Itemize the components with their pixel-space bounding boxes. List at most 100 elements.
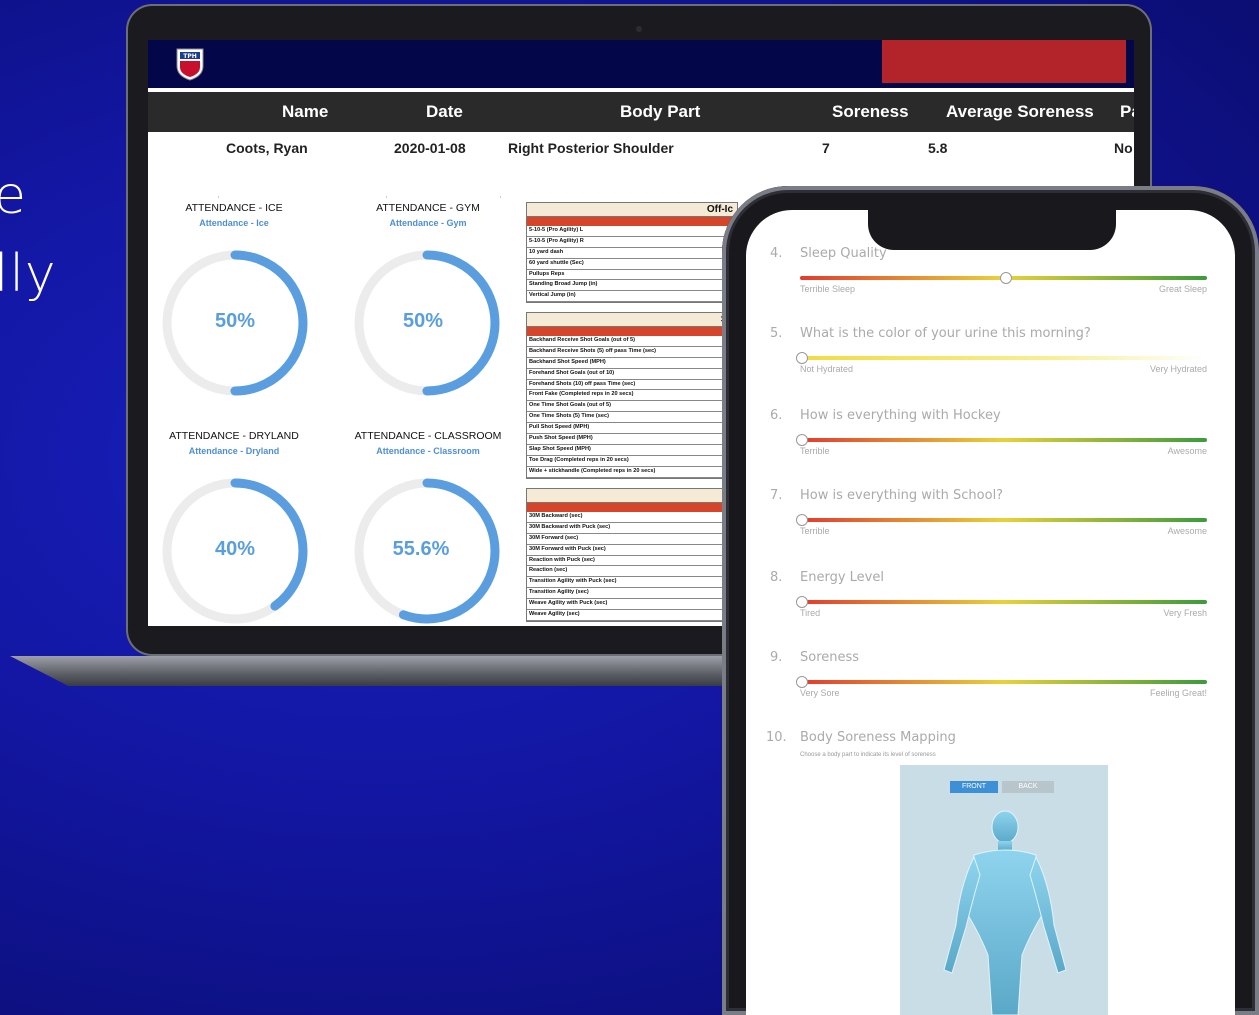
cell-body-part: Right Posterior Shoulder xyxy=(508,140,674,156)
question-text: How is everything with School? xyxy=(800,488,1004,503)
slider-handle[interactable] xyxy=(999,272,1012,284)
question-text: Energy Level xyxy=(800,570,884,585)
team-logo-icon: TPH xyxy=(176,48,204,81)
cell-date: 2020-01-08 xyxy=(394,140,466,156)
slider-max-label: Very Hydrated xyxy=(1149,364,1207,374)
table-row: Toe Drag (Completed reps in 20 secs) xyxy=(527,456,737,467)
table-row: Transition Agility (sec) xyxy=(527,588,737,600)
table-row: Weave Agility (sec) xyxy=(527,610,737,621)
body-mapping-hint: Choose a body part to indicate its level… xyxy=(800,752,936,758)
rating-slider[interactable] xyxy=(800,356,1207,360)
rating-slider[interactable] xyxy=(800,438,1207,442)
question-number: 4. xyxy=(770,246,783,261)
slider-max-label: Great Sleep xyxy=(1158,284,1207,294)
table-row: 60 yard shuttle (Sec) xyxy=(527,259,737,270)
side-text-line1: e xyxy=(0,166,27,226)
col-average-soreness[interactable]: Average Soreness xyxy=(946,102,1094,122)
header-action-block[interactable] xyxy=(882,40,1126,83)
gauge-value-gym: 50% xyxy=(402,310,444,332)
slider-handle[interactable] xyxy=(796,676,808,688)
phone-screen: 4. Sleep Quality Terrible Sleep Great Sleep… xyxy=(746,210,1235,1015)
body-map[interactable]: FRONT BACK xyxy=(900,765,1108,1015)
table-row: Forehand Shot Goals (out of 10) xyxy=(527,369,737,380)
slider-handle[interactable] xyxy=(796,352,808,364)
gauge-title-dryland: ATTENDANCE - DRYLAND xyxy=(169,430,299,442)
test-table-bar xyxy=(527,327,737,336)
test-table-header xyxy=(527,489,737,503)
table-row: 10 yard dash xyxy=(527,248,737,259)
gauge-title-classroom: ATTENDANCE - CLASSROOM xyxy=(354,430,502,442)
slider-handle[interactable] xyxy=(796,514,808,526)
cell-name: Coots, Ryan xyxy=(226,140,308,156)
table-row: Pullups Reps xyxy=(527,270,737,281)
gauge-title-ice: ATTENDANCE - ICE xyxy=(185,202,283,214)
body-mapping-title: Body Soreness Mapping xyxy=(800,730,956,745)
question-number: 7. xyxy=(770,488,783,503)
slider-max-label: Very Fresh xyxy=(1163,608,1207,618)
table-row: 30M Backward (sec) xyxy=(527,512,737,523)
question-text: How is everything with Hockey xyxy=(800,408,1001,423)
table-row: Wide + stickhandle (Completed reps in 20… xyxy=(527,467,737,478)
table-row: 30M Forward with Puck (sec) xyxy=(527,545,737,556)
gauge-subtitle-ice: Attendance - Ice xyxy=(199,218,269,228)
gauge-value-classroom: 55.6% xyxy=(392,538,450,560)
phone-notch xyxy=(868,210,1116,250)
body-figure-icon[interactable] xyxy=(930,805,1080,1015)
test-table: 30M Backward (sec) 30M Backward with Puck… xyxy=(526,488,738,622)
cell-average-soreness: 5.8 xyxy=(928,140,948,156)
col-date[interactable]: Date xyxy=(426,102,463,122)
table-row: Backhand Receive Shots (5) off pass Time… xyxy=(527,347,737,358)
question-number: 10. xyxy=(766,730,787,745)
table-row: Pull Shot Speed (MPH) xyxy=(527,423,737,435)
test-table-header: Sk xyxy=(527,313,737,327)
table-row: Slap Shot Speed (MPH) xyxy=(527,445,737,456)
rating-slider[interactable] xyxy=(800,680,1207,684)
table-row: Backhand Receive Shot Goals (out of 5) xyxy=(527,336,737,347)
table-row: Reaction with Puck (sec) xyxy=(527,556,737,567)
slider-handle[interactable] xyxy=(796,596,808,608)
slider-min-label: Tired xyxy=(800,608,821,618)
slider-handle[interactable] xyxy=(796,434,808,446)
question-number: 8. xyxy=(770,570,783,585)
cell-soreness: 7 xyxy=(822,140,830,156)
slider-max-label: Awesome xyxy=(1167,446,1207,456)
rating-slider[interactable] xyxy=(800,600,1207,604)
question-number: 6. xyxy=(770,408,783,423)
table-row: Forehand Shots (10) off pass Time (sec) xyxy=(527,380,737,391)
table-row: Backhand Shot Speed (MPH) xyxy=(527,358,737,369)
gauge-value-ice: 50% xyxy=(214,310,256,332)
table-row: 5-10-5 (Pro Agility) L xyxy=(527,226,737,237)
slider-min-label: Not Hydrated xyxy=(800,364,854,374)
question-text: Sleep Quality xyxy=(800,246,887,261)
test-table-header: Off-Ic xyxy=(527,203,737,217)
svg-text:TPH: TPH xyxy=(183,53,197,60)
question-number: 9. xyxy=(770,650,783,665)
test-table-bar xyxy=(527,217,737,226)
table-row: Standing Broad Jump (in) xyxy=(527,280,737,292)
col-pa[interactable]: Pa xyxy=(1120,102,1134,122)
front-tab[interactable]: FRONT xyxy=(950,781,998,793)
table-row: One Time Shot Goals (out of 5) xyxy=(527,401,737,413)
side-text-line2: lly xyxy=(0,244,57,304)
table-row: 30M Backward with Puck (sec) xyxy=(527,523,737,534)
rating-slider[interactable] xyxy=(800,518,1207,522)
slider-max-label: Awesome xyxy=(1167,526,1207,536)
col-body-part[interactable]: Body Part xyxy=(620,102,700,122)
slider-min-label: Terrible xyxy=(800,526,830,536)
col-soreness[interactable]: Soreness xyxy=(832,102,909,122)
laptop-base xyxy=(10,656,740,686)
col-name[interactable]: Name xyxy=(282,102,328,122)
table-row: Reaction (sec) xyxy=(527,566,737,578)
slider-min-label: Very Sore xyxy=(800,688,840,698)
question-text: What is the color of your urine this mor… xyxy=(800,326,1091,341)
table-row: 30M Forward (sec) xyxy=(527,534,737,545)
table-row: Weave Agility with Puck (sec) xyxy=(527,599,737,611)
question-text: Soreness xyxy=(800,650,860,665)
gauge-subtitle-gym: Attendance - Gym xyxy=(389,218,467,228)
gauge-subtitle-classroom: Attendance - Classroom xyxy=(376,446,480,456)
test-table: Off-Ic 5-10-5 (Pro Agility) L 5-10-5 (Pro … xyxy=(526,202,738,304)
table-row: One Time Shots (5) Time (sec) xyxy=(527,412,737,424)
back-tab[interactable]: BACK xyxy=(1002,781,1054,793)
gauge-title-gym: ATTENDANCE - GYM xyxy=(376,202,480,214)
test-table: Sk Backhand Receive Shot Goals (out of 5)… xyxy=(526,312,738,479)
